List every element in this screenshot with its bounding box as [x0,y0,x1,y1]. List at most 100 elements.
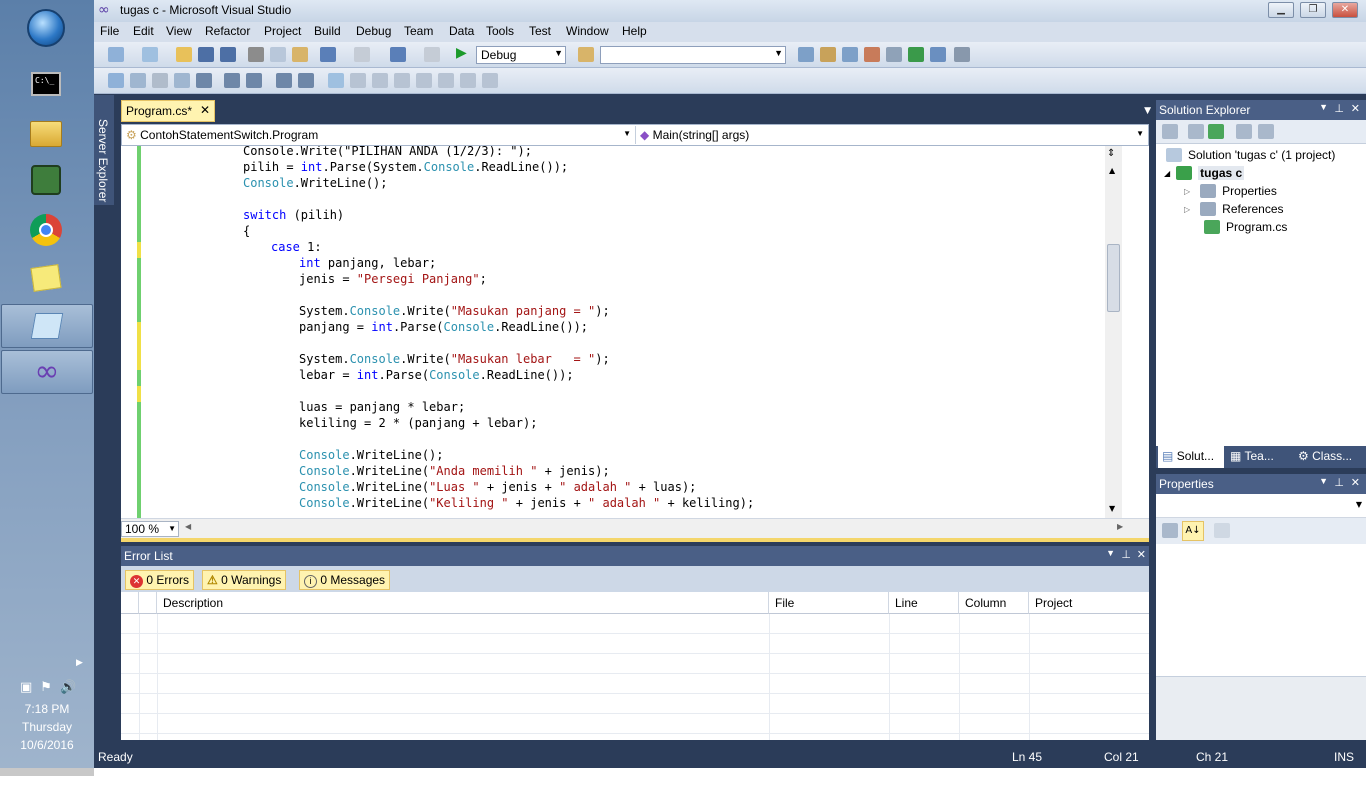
close-panel-icon[interactable]: ✕ [1351,102,1360,115]
tree-project[interactable]: ◢ tugas c [1164,166,1245,180]
auto-hide-pin-icon[interactable]: ⊥ [1121,548,1131,561]
menu-edit[interactable]: Edit [133,24,154,38]
notepad-taskbar-button[interactable] [1,304,93,348]
property-pages-icon[interactable] [1214,523,1230,538]
uncomment-lines-icon[interactable] [298,73,314,88]
tree-properties[interactable]: ▷ Properties [1184,184,1277,198]
dbms-tool-icon[interactable] [20,158,72,202]
increase-indent-icon[interactable] [246,73,262,88]
tree-solution[interactable]: Solution 'tugas c' (1 project) [1166,148,1335,162]
properties-icon[interactable] [1162,124,1178,139]
toolbox-icon[interactable] [864,47,880,62]
col-file[interactable]: File [769,592,889,614]
col-order[interactable] [139,592,157,614]
menu-test[interactable]: Test [529,24,551,38]
file-explorer-icon[interactable] [20,112,72,156]
tab-class-view[interactable]: ⚙ Class... [1294,446,1366,468]
next-bookmark-folder-icon[interactable] [416,73,432,88]
menu-file[interactable]: File [100,24,119,38]
close-tab-icon[interactable]: ✕ [200,103,210,117]
previous-bookmark-icon[interactable] [350,73,366,88]
next-bookmark-icon[interactable] [372,73,388,88]
start-debugging-icon[interactable]: ▶ [456,45,467,61]
copy-icon[interactable] [270,47,286,62]
decrease-indent-icon[interactable] [224,73,240,88]
redo-icon[interactable] [354,47,370,62]
show-hidden-icons-arrow-icon[interactable]: ▶ [76,658,83,668]
menu-refactor[interactable]: Refactor [205,24,250,38]
active-files-dropdown-icon[interactable]: ▼ [1144,106,1151,116]
clock[interactable]: 7:18 PM Thursday 10/6/2016 [0,676,94,754]
menu-help[interactable]: Help [622,24,647,38]
save-icon[interactable] [198,47,214,62]
undo-icon[interactable] [320,47,336,62]
open-file-icon[interactable] [176,47,192,62]
start-button[interactable] [20,6,72,50]
server-explorer-tab[interactable]: Server Explorer [94,95,114,205]
menu-build[interactable]: Build [314,24,341,38]
col-line[interactable]: Line [889,592,959,614]
window-position-icon[interactable]: ▼ [1319,102,1328,112]
find-combo[interactable]: ▼ [600,46,786,64]
command-window-icon[interactable] [954,47,970,62]
warnings-filter-button[interactable]: ⚠ 0 Warnings [202,570,287,590]
minimize-button[interactable]: ▁ [1268,2,1294,18]
previous-bookmark-folder-icon[interactable] [394,73,410,88]
object-selector-combo[interactable]: ▼ [1156,494,1366,518]
scroll-up-icon[interactable]: ▲ [1109,166,1115,175]
show-all-files-icon[interactable] [1188,124,1204,139]
solution-explorer-icon[interactable] [798,47,814,62]
editor-vertical-scrollbar[interactable]: ⇕ ▲ ▼ [1105,146,1122,518]
clear-bookmarks-icon[interactable] [482,73,498,88]
paste-icon[interactable] [292,47,308,62]
messages-filter-button[interactable]: i 0 Messages [299,570,391,590]
auto-hide-pin-icon[interactable]: ⊥ [1334,476,1344,489]
scroll-left-icon[interactable]: ◀ [185,522,191,531]
sticky-notes-icon[interactable] [20,256,72,300]
menu-window[interactable]: Window [566,24,609,38]
menu-team[interactable]: Team [404,24,433,38]
window-position-icon[interactable]: ▼ [1106,548,1115,558]
menu-project[interactable]: Project [264,24,301,38]
menu-data[interactable]: Data [449,24,474,38]
save-all-icon[interactable] [220,47,236,62]
tree-references[interactable]: ▷ References [1184,202,1284,216]
alphabetical-icon[interactable]: A↓ [1182,521,1204,541]
object-browser-icon[interactable] [842,47,858,62]
restore-button[interactable]: ❐ [1300,2,1326,18]
tree-program-cs[interactable]: Program.cs [1204,220,1287,234]
solution-config-combo[interactable]: Debug ▼ [476,46,566,64]
word-completion-icon[interactable] [174,73,190,88]
display-object-member-list-icon[interactable] [108,73,124,88]
auto-hide-pin-icon[interactable]: ⊥ [1334,102,1344,115]
close-panel-icon[interactable]: ✕ [1351,476,1360,489]
scroll-down-icon[interactable]: ▼ [1109,504,1115,513]
code-editor[interactable]: Console.Write("PILIHAN ANDA (1/2/3): ");… [121,146,1149,518]
extension-manager-icon[interactable] [908,47,924,62]
tools-icon[interactable] [886,47,902,62]
split-editor-icon[interactable]: ⇕ [1107,148,1115,159]
previous-bookmark-doc-icon[interactable] [438,73,454,88]
parameter-info-icon[interactable] [130,73,146,88]
chrome-icon[interactable] [20,208,72,252]
close-window-button[interactable]: ✕ [1332,2,1358,18]
quick-info-icon[interactable] [152,73,168,88]
navigate-forward-icon[interactable] [424,47,440,62]
tab-team-explorer[interactable]: ▦ Tea... [1226,446,1292,468]
view-class-diagram-icon[interactable] [1258,124,1274,139]
refresh-icon[interactable] [1208,124,1224,139]
col-column[interactable]: Column [959,592,1029,614]
new-project-icon[interactable] [108,47,124,62]
add-item-icon[interactable] [142,47,158,62]
start-page-icon[interactable] [930,47,946,62]
scroll-right-icon[interactable]: ▶ [1117,522,1123,531]
find-in-files-icon[interactable] [578,47,594,62]
menu-view[interactable]: View [166,24,192,38]
zoom-combo[interactable]: 100 % ▼ [121,521,179,537]
tab-solution-explorer[interactable]: ▤ Solut... [1158,446,1224,468]
close-panel-icon[interactable]: ✕ [1137,548,1146,561]
menu-tools[interactable]: Tools [486,24,514,38]
toggle-bookmark-icon[interactable] [328,73,344,88]
errors-filter-button[interactable]: ✕ 0 Errors [125,570,195,590]
tab-program-cs[interactable]: Program.cs* ✕ [121,100,215,122]
